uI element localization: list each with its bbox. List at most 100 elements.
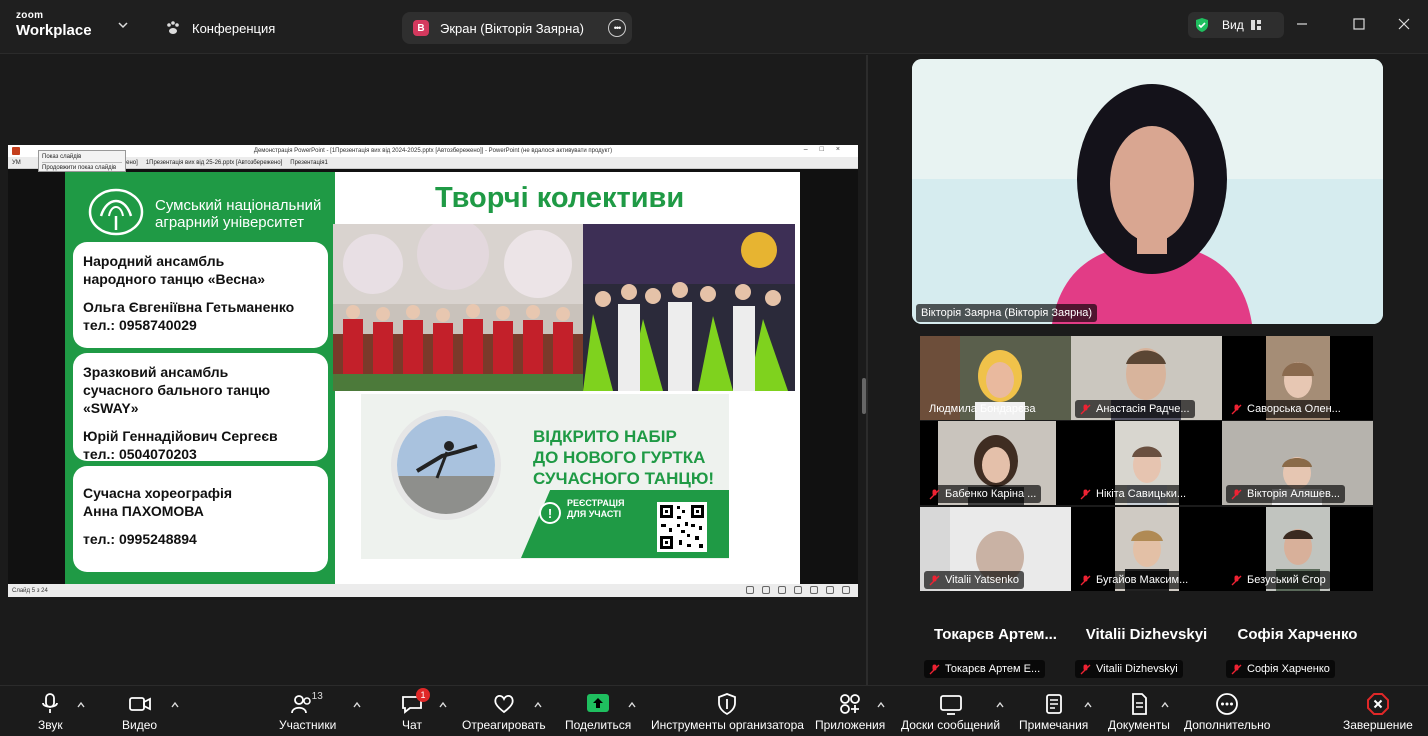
end-label: Завершение: [1343, 718, 1413, 732]
ballroom-ensemble-photo: [583, 224, 795, 391]
participant-tile[interactable]: Людмила Бондарєва: [920, 336, 1071, 420]
card-line: сучасного бального танцю: [83, 382, 271, 398]
participant-name-tile[interactable]: Токарєв Артем... Токарєв Артем Е...: [920, 626, 1071, 686]
video-button[interactable]: Видео: [122, 692, 157, 736]
chevron-up-icon[interactable]: [76, 700, 86, 710]
ppt-tab[interactable]: Презентація1: [290, 160, 328, 166]
share-label: Поделиться: [565, 718, 632, 732]
ppt-status-bar: Слайд 5 з 24: [8, 584, 858, 597]
chevron-up-icon[interactable]: [1083, 700, 1093, 710]
participant-display-name: Токарєв Артем...: [934, 626, 1057, 643]
chevron-up-icon[interactable]: [627, 700, 637, 710]
chat-button[interactable]: 1 Чат: [400, 688, 430, 736]
speaker-name: Вікторія Заярна (Вікторія Заярна): [921, 307, 1093, 319]
mic-muted-icon: [1231, 575, 1242, 585]
participant-tile[interactable]: Анастасія Радче...: [1071, 336, 1222, 420]
chevron-up-icon[interactable]: [995, 700, 1005, 710]
mic-muted-icon: [1080, 404, 1091, 414]
participant-tile[interactable]: Vitalii Yatsenko: [920, 507, 1071, 591]
exclamation-icon: !: [539, 502, 561, 524]
chevron-down-icon[interactable]: [117, 19, 129, 31]
participant-tile[interactable]: Безуський Єгор: [1222, 507, 1373, 591]
ppt-tab[interactable]: 1Презентація вих від 25-26.pptx [Автозбе…: [146, 160, 282, 166]
participant-name: Бабенко Каріна ...: [945, 488, 1037, 500]
participant-name-tag: Vitalii Yatsenko: [924, 571, 1024, 589]
docs-label: Документы: [1108, 718, 1170, 732]
participant-name: Софія Харченко: [1247, 663, 1330, 675]
more-options-icon[interactable]: •••: [608, 19, 626, 37]
react-label: Отреагировать: [462, 718, 546, 732]
chevron-up-icon[interactable]: [438, 700, 448, 710]
slide: Сумський національний аграрний університ…: [65, 172, 800, 584]
chevron-up-icon[interactable]: [1160, 700, 1170, 710]
university-name-line: аграрний університет: [155, 214, 304, 231]
end-call-icon: [1366, 693, 1389, 715]
shield-icon: [718, 693, 737, 716]
participant-name: Бугайов Максим...: [1096, 574, 1189, 586]
active-speaker-video[interactable]: Вікторія Заярна (Вікторія Заярна): [912, 59, 1383, 324]
participant-name-tag: Людмила Бондарєва: [924, 400, 1040, 418]
apps-icon: [840, 694, 861, 714]
ppt-tab[interactable]: УМ: [12, 160, 21, 166]
end-meeting-button[interactable]: Завершение: [1343, 692, 1413, 736]
participant-name-tile[interactable]: Софія Харченко Софія Харченко: [1222, 626, 1373, 686]
resize-handle[interactable]: [862, 378, 866, 414]
logo-top-text: zoom: [16, 10, 44, 21]
participant-name-tag: Бугайов Максим...: [1075, 571, 1194, 589]
participant-name: Vitalii Dizhevskyi: [1096, 663, 1178, 675]
slideshow-popup[interactable]: Показ слайдів Продовжити показ слайдів: [38, 150, 126, 172]
qr-code-icon: [657, 502, 707, 552]
view-button[interactable]: Вид: [1188, 12, 1284, 38]
ppt-title-bar: Демонстрація PowerPoint - [1Презентація …: [8, 145, 858, 157]
share-button[interactable]: Поделиться: [565, 692, 631, 736]
participants-button[interactable]: 13 Участники: [279, 691, 336, 736]
host-tools-label: Инструменты организатора: [651, 718, 804, 732]
participant-display-name: Софія Харченко: [1237, 626, 1358, 643]
apps-button[interactable]: Приложения: [815, 692, 885, 736]
chevron-up-icon[interactable]: [170, 700, 180, 710]
participant-name: Vitalii Yatsenko: [945, 574, 1019, 586]
card-line: Анна ПАХОМОВА: [83, 503, 204, 519]
participant-tile[interactable]: Саворська Олен...: [1222, 336, 1373, 420]
mic-muted-icon: [1231, 489, 1242, 499]
ppt-window-controls[interactable]: –□×: [804, 146, 852, 153]
ppt-doc-tabs: УМ бережено] 1Презентація вих від 25-26.…: [8, 157, 858, 169]
docs-button[interactable]: Документы: [1108, 692, 1170, 736]
notes-button[interactable]: Примечания: [1019, 692, 1088, 736]
participant-tile[interactable]: Нікіта Савицьки...: [1071, 421, 1222, 505]
popup-slideshow-item[interactable]: Показ слайдів: [42, 152, 122, 162]
participant-tile[interactable]: Вікторія Аляшев...: [1222, 421, 1373, 505]
ppt-view-controls[interactable]: [746, 586, 850, 594]
participant-tile[interactable]: Бугайов Максим...: [1071, 507, 1222, 591]
whiteboards-button[interactable]: Доски сообщений: [901, 692, 1000, 736]
participant-name-tile[interactable]: Vitalii Dizhevskyi Vitalii Dizhevskyi: [1071, 626, 1222, 686]
folk-ensemble-photo: [333, 224, 583, 391]
minimize-icon[interactable]: [1294, 16, 1310, 32]
participant-tile[interactable]: Бабенко Каріна ...: [920, 421, 1071, 505]
more-label: Дополнительно: [1184, 718, 1271, 732]
speaker-video-frame: [912, 59, 1383, 324]
tab-conference[interactable]: Конференция: [160, 12, 390, 44]
close-icon[interactable]: [1396, 16, 1412, 32]
participants-count: 13: [311, 691, 323, 702]
audio-button[interactable]: Звук: [38, 692, 63, 736]
chevron-up-icon[interactable]: [876, 700, 886, 710]
ensemble-card-sway: Зразковий ансамбль сучасного бального та…: [73, 353, 328, 462]
chevron-up-icon[interactable]: [533, 700, 543, 710]
participant-name: Токарєв Артем Е...: [945, 663, 1041, 675]
maximize-icon[interactable]: [1351, 16, 1367, 32]
host-tools-button[interactable]: Инструменты организатора: [651, 692, 804, 736]
document-icon: [1132, 693, 1147, 715]
react-button[interactable]: Отреагировать: [462, 692, 546, 736]
mic-muted-icon: [1231, 664, 1242, 674]
mic-muted-icon: [1080, 664, 1091, 674]
university-name: Сумський національний аграрний університ…: [155, 197, 321, 231]
more-button[interactable]: Дополнительно: [1184, 692, 1270, 736]
university-logo: [88, 188, 144, 236]
heart-icon: [494, 694, 514, 714]
ensemble-card-choreography: Сучасна хореографія Анна ПАХОМОВА тел.: …: [73, 466, 328, 572]
chevron-up-icon[interactable]: [352, 700, 362, 710]
tab-screen-share[interactable]: В Экран (Вікторія Заярна) •••: [402, 12, 632, 44]
participant-name-tag: Саворська Олен...: [1226, 400, 1346, 418]
promo-line: ВІДКРИТО НАБІР: [533, 427, 677, 446]
